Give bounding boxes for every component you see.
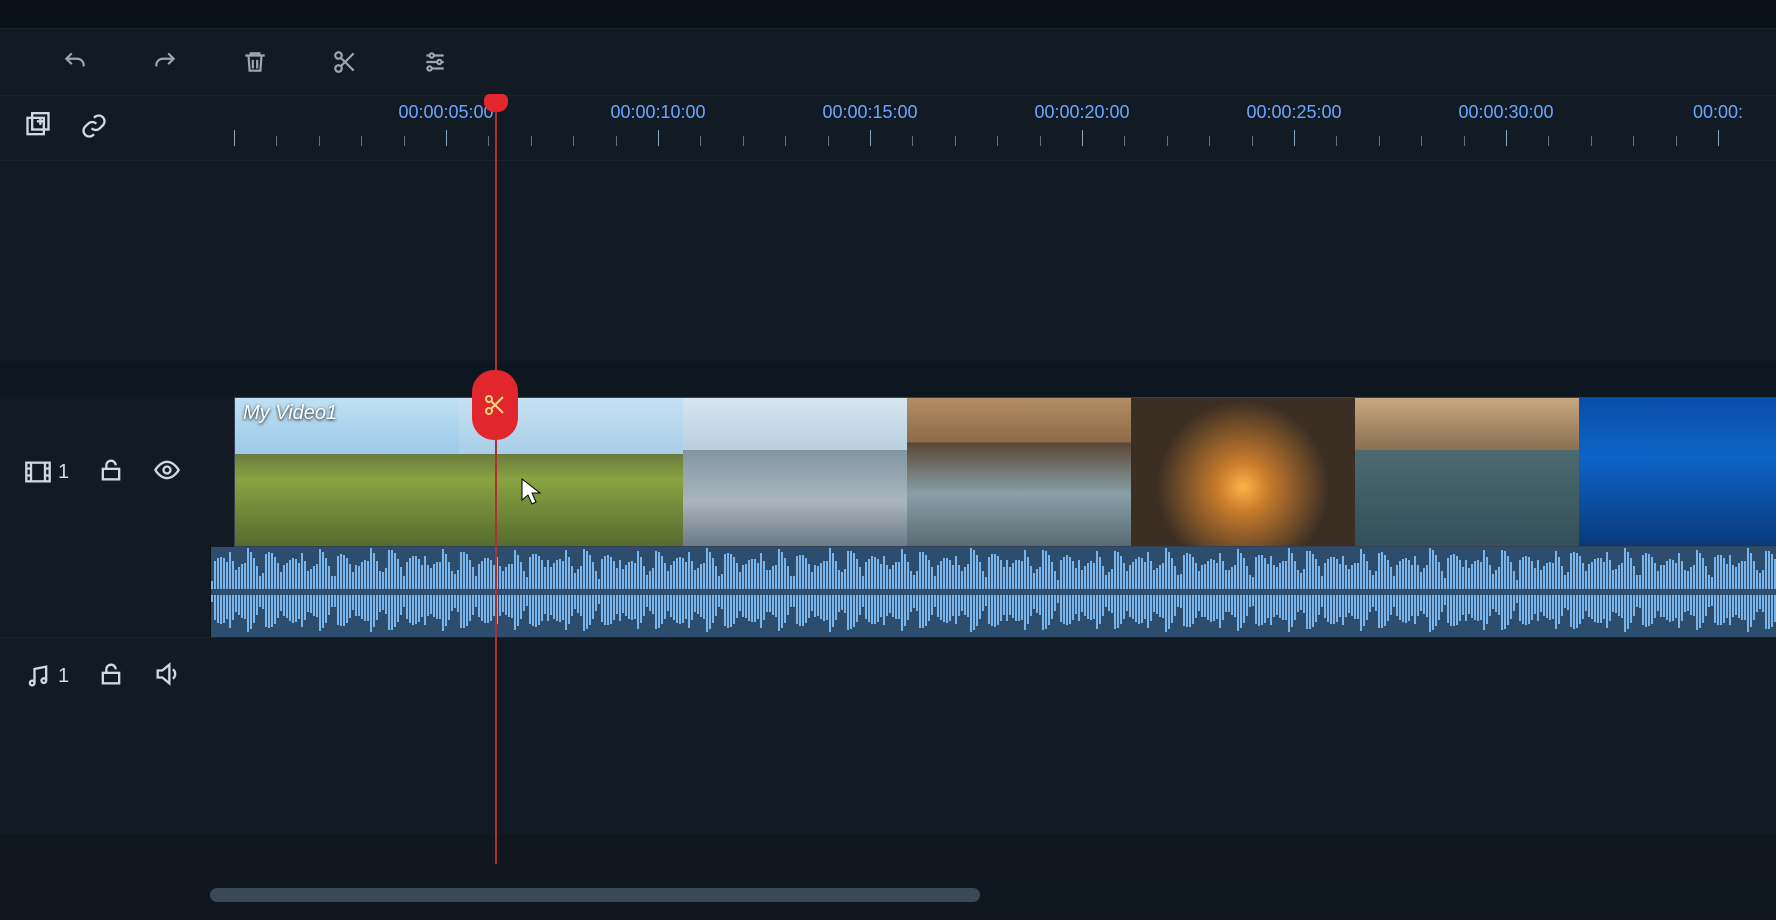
video-thumbnail[interactable] [1355,398,1580,546]
video-track-header: 1 [0,397,234,547]
audio-track-label: 1 [24,662,69,690]
video-thumbnail[interactable] [907,398,1132,546]
video-visibility-button[interactable] [153,456,181,489]
playhead-handle[interactable] [484,94,508,112]
clip-title: My Video1 [243,402,337,425]
timeline-toolbar [0,29,1776,96]
ruler-label: 00:00:25:00 [1246,102,1341,123]
undo-button[interactable] [60,47,90,77]
video-track-number: 1 [58,461,69,484]
video-thumbnail[interactable] [683,398,908,546]
timeline-scrollbar-thumb[interactable] [210,888,980,902]
video-thumbnail[interactable] [1131,398,1356,546]
video-thumbnail[interactable] [1579,398,1776,546]
ruler-label: 00:00:05:00 [398,102,493,123]
audio-track-row: 1 [0,637,1776,714]
ruler-label: 00:00: [1693,102,1743,123]
linked-audio-row [0,547,1776,637]
timeline-scrollbar[interactable] [210,888,1776,902]
video-thumbnail[interactable]: My Video1 [235,398,460,546]
split-at-playhead-button[interactable] [472,370,518,440]
empty-track-space [0,161,1776,361]
video-track-label: 1 [24,458,69,486]
ruler-label: 00:00:30:00 [1458,102,1553,123]
ruler-label: 00:00:15:00 [822,102,917,123]
top-tab-bar [0,0,1776,29]
time-ruler[interactable]: 00:00:05:00 00:00:10:00 00:00:15:00 00:00:2… [234,96,1776,160]
link-button[interactable] [80,112,108,145]
clip-label-strip [0,361,1776,397]
ruler-label: 00:00:20:00 [1034,102,1129,123]
ruler-label: 00:00:10:00 [610,102,705,123]
audio-lock-button[interactable] [97,660,125,693]
audio-mute-button[interactable] [153,660,181,693]
redo-button[interactable] [150,47,180,77]
video-lock-button[interactable] [97,456,125,489]
delete-button[interactable] [240,47,270,77]
ruler-row: 00:00:05:00 00:00:10:00 00:00:15:00 00:00:2… [0,96,1776,161]
video-clip[interactable]: My Video1 [234,397,1776,547]
adjust-button[interactable] [420,47,450,77]
split-button[interactable] [330,47,360,77]
tracks-area: 1 My Video1 [0,161,1776,834]
add-marker-button[interactable] [24,112,52,145]
audio-waveform[interactable] [210,547,1776,637]
timeline-panel: 00:00:05:00 00:00:10:00 00:00:15:00 00:00:2… [0,0,1776,920]
ruler-header [0,96,234,160]
video-track-row: 1 My Video1 [0,397,1776,547]
audio-track-number: 1 [58,665,69,688]
audio-track-header: 1 [0,638,234,714]
